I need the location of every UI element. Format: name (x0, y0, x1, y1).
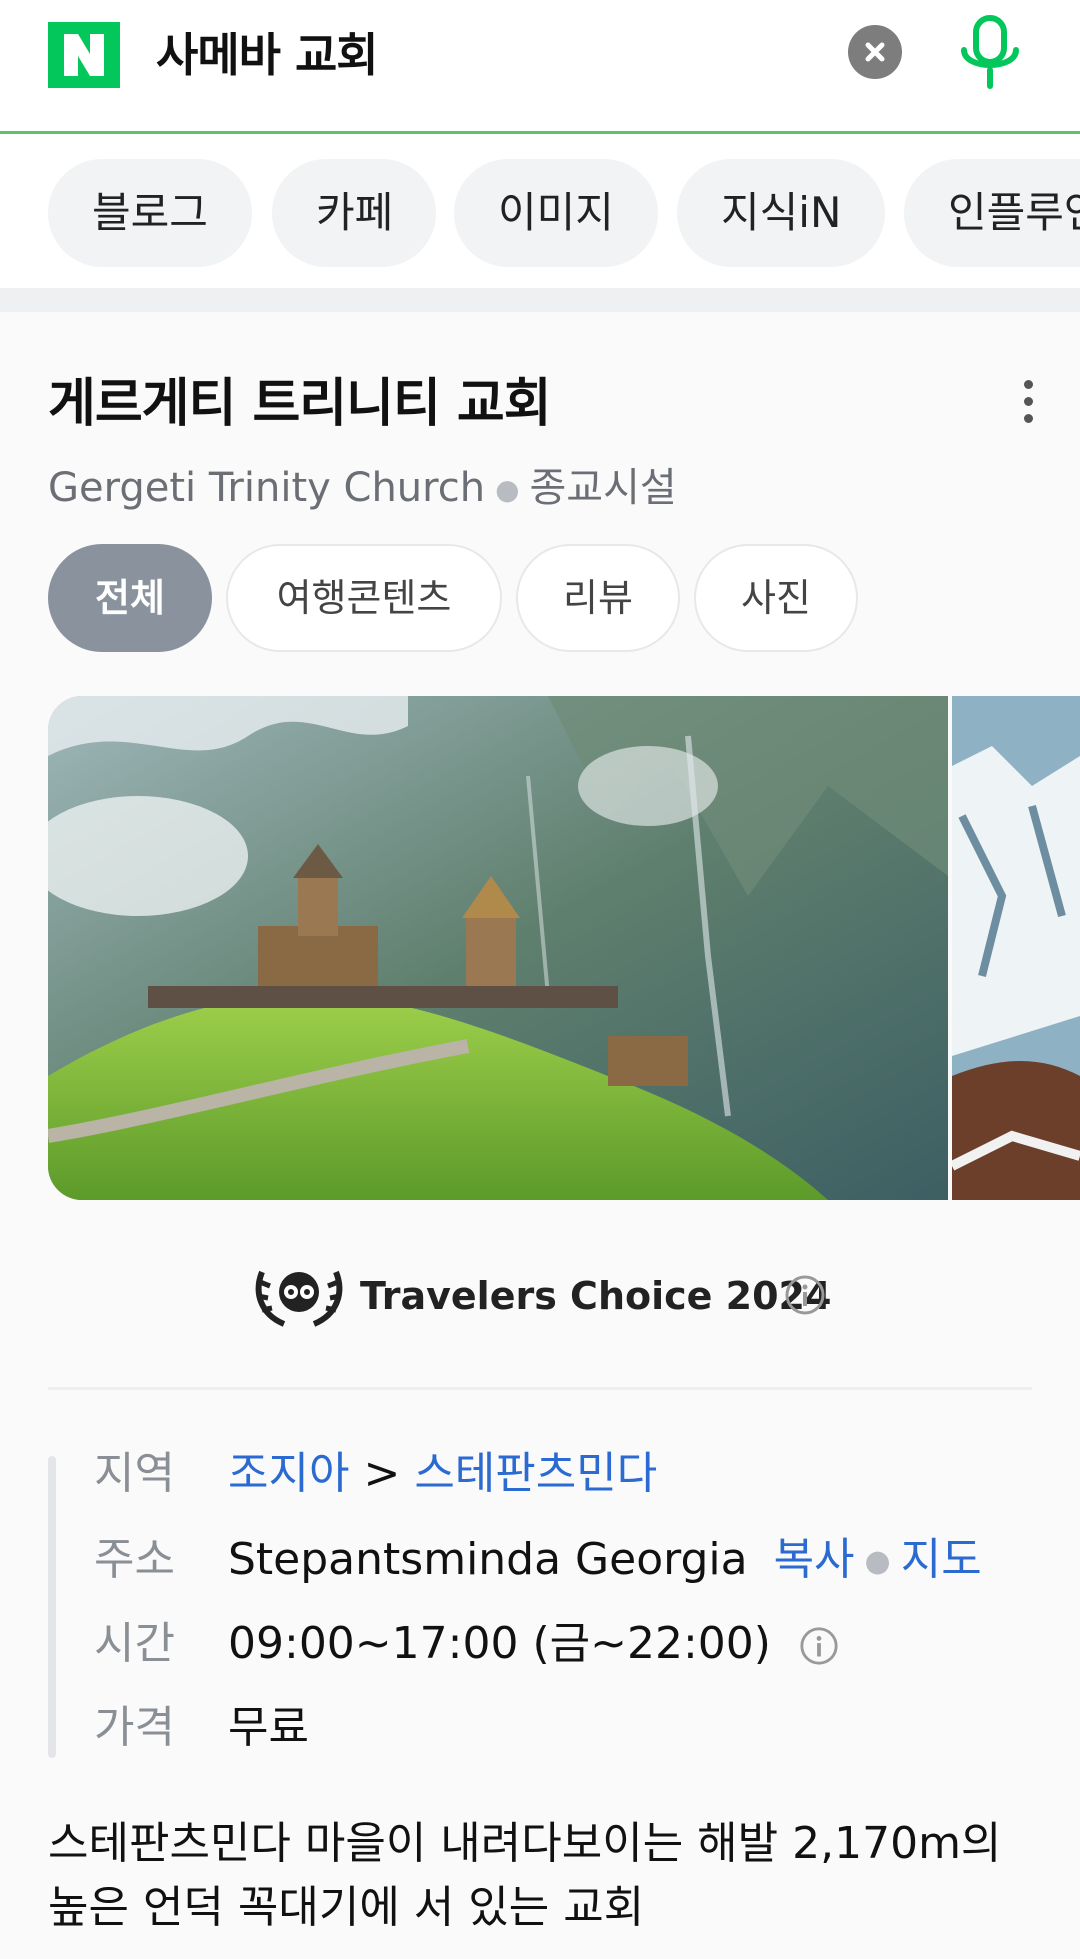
tab-cafe[interactable]: 카페 (272, 159, 436, 267)
tab-travel-content[interactable]: 여행콘텐츠 (226, 544, 502, 652)
info-icon[interactable] (799, 1626, 839, 1666)
place-subtitle: Gergeti Trinity Church ● 종교시설 (48, 465, 677, 511)
copy-address-link[interactable]: 복사 (774, 1534, 855, 1585)
region-country-link[interactable]: 조지아 (228, 1448, 349, 1499)
search-query[interactable]: 사메바 교회 (156, 22, 379, 88)
price-value: 무료 (228, 1702, 309, 1753)
tab-knowledge-in[interactable]: 지식iN (677, 159, 885, 267)
tab-reviews[interactable]: 리뷰 (516, 544, 680, 652)
tripadvisor-laurel-icon (255, 1270, 343, 1327)
microphone-icon[interactable] (954, 14, 1026, 94)
section-separator (0, 288, 1080, 312)
hours-label: 시간 (94, 1618, 175, 1669)
naver-logo-icon[interactable] (48, 22, 120, 88)
award-title: Travelers Choice 2024 (360, 1274, 832, 1318)
address-row: 주소 Stepantsminda Georgia 복사 ● 지도 (94, 1530, 982, 1590)
tab-influencer[interactable]: 인플루언서 (904, 159, 1080, 267)
region-row: 지역 조지아 > 스테판츠민다 (94, 1444, 657, 1504)
tab-image[interactable]: 이미지 (454, 159, 658, 267)
hours-value: 09:00~17:00 (금~22:00) (228, 1618, 771, 1669)
place-english-name: Gergeti Trinity Church (48, 465, 486, 511)
map-link[interactable]: 지도 (901, 1534, 982, 1585)
price-row: 가격 무료 (94, 1698, 309, 1758)
place-title[interactable]: 게르게티 트리니티 교회 (48, 372, 552, 436)
place-category: 종교시설 (529, 465, 677, 511)
address-label: 주소 (94, 1534, 175, 1585)
more-options-button[interactable] (1012, 376, 1044, 428)
close-icon (865, 42, 885, 62)
hours-row: 시간 09:00~17:00 (금~22:00) (94, 1614, 839, 1674)
address-value: Stepantsminda Georgia (228, 1534, 748, 1585)
info-accent-bar (48, 1456, 56, 1758)
info-icon[interactable] (784, 1274, 826, 1316)
price-label: 가격 (94, 1702, 175, 1753)
travelers-choice-award: Travelers Choice 2024 (0, 1256, 1080, 1336)
tab-photos[interactable]: 사진 (694, 544, 858, 652)
search-vertical-tabs: 블로그 카페 이미지 지식iN 인플루언서 (0, 134, 1080, 288)
tab-all[interactable]: 전체 (48, 544, 212, 652)
region-arrow: > (363, 1448, 401, 1499)
place-description: 스테판츠민다 마을이 내려다보이는 해발 2,170m의 높은 언덕 꼭대기에 … (48, 1818, 1002, 1933)
tab-blog[interactable]: 블로그 (48, 159, 252, 267)
divider (48, 1387, 1032, 1390)
search-bar: 사메바 교회 (0, 0, 1080, 134)
mountain-photo[interactable] (952, 696, 1080, 1200)
clear-search-button[interactable] (848, 25, 902, 79)
church-photo[interactable] (48, 696, 948, 1200)
region-label: 지역 (94, 1448, 175, 1499)
region-city-link[interactable]: 스테판츠민다 (414, 1448, 657, 1499)
